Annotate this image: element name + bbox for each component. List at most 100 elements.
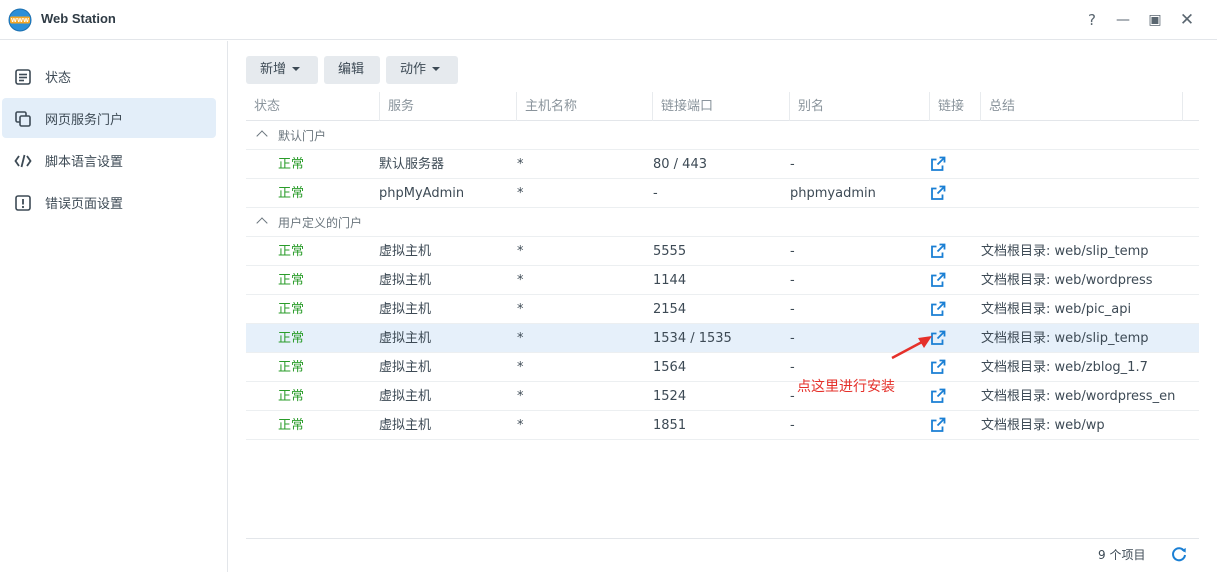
alias-cell: - bbox=[790, 157, 795, 172]
table-row[interactable]: 正常 phpMyAdmin * - phpmyadmin bbox=[246, 179, 1199, 208]
annotation-text: 点这里进行安装 bbox=[797, 379, 895, 395]
sidebar-item-label: 网页服务门户 bbox=[45, 113, 124, 128]
web-station-logo-icon: WWW bbox=[8, 8, 32, 32]
chevron-down-icon bbox=[432, 66, 441, 71]
external-link-icon[interactable] bbox=[930, 272, 946, 288]
sidebar: 状态 网页服务门户 脚本语言设置 错误页面设置 bbox=[0, 41, 228, 572]
chevron-up-icon[interactable] bbox=[256, 217, 268, 229]
port-cell: 1534 / 1535 bbox=[653, 331, 732, 346]
chevron-down-icon bbox=[292, 66, 301, 71]
service-cell: 虚拟主机 bbox=[379, 331, 432, 346]
summary-cell: 文档根目录: web/wp bbox=[981, 418, 1105, 433]
external-link-icon[interactable] bbox=[930, 185, 946, 201]
host-cell: * bbox=[517, 186, 524, 201]
alias-cell: - bbox=[790, 360, 795, 375]
status-cell: 正常 bbox=[278, 302, 305, 317]
host-cell: * bbox=[517, 331, 524, 346]
external-link-icon[interactable] bbox=[930, 156, 946, 172]
sidebar-item-script-language[interactable]: 脚本语言设置 bbox=[2, 140, 216, 180]
port-cell: 1524 bbox=[653, 389, 687, 404]
service-cell: 虚拟主机 bbox=[379, 418, 432, 433]
warning-icon bbox=[15, 195, 31, 211]
summary-cell: 文档根目录: web/slip_temp bbox=[981, 331, 1149, 346]
list-icon bbox=[15, 69, 31, 85]
group-row[interactable]: 用户定义的门户 bbox=[246, 208, 1199, 237]
column-header-host[interactable]: 主机名称 bbox=[517, 92, 653, 121]
port-cell: 80 / 443 bbox=[653, 157, 707, 172]
sidebar-item-error-page[interactable]: 错误页面设置 bbox=[2, 182, 216, 222]
column-header-status[interactable]: 状态 bbox=[246, 92, 380, 121]
column-header-service[interactable]: 服务 bbox=[380, 92, 517, 121]
edit-button-label: 编辑 bbox=[338, 62, 365, 77]
table-row[interactable]: 正常 虚拟主机 * 1851 - 文档根目录: web/wp bbox=[246, 411, 1199, 440]
table-header: 状态 服务 主机名称 链接端口 别名 链接 总结 bbox=[246, 92, 1199, 121]
status-cell: 正常 bbox=[278, 331, 305, 346]
summary-cell: 文档根目录: web/wordpress_en bbox=[981, 389, 1176, 404]
portal-table: 状态 服务 主机名称 链接端口 别名 链接 总结 默认门户正常 默认服务器 * 80 … bbox=[246, 92, 1199, 568]
alias-cell: - bbox=[790, 273, 795, 288]
status-cell: 正常 bbox=[278, 244, 305, 259]
column-header-port[interactable]: 链接端口 bbox=[653, 92, 790, 121]
status-cell: 正常 bbox=[278, 360, 305, 375]
host-cell: * bbox=[517, 302, 524, 317]
status-cell: 正常 bbox=[278, 157, 305, 172]
add-button-label: 新增 bbox=[260, 62, 287, 77]
sidebar-item-status[interactable]: 状态 bbox=[2, 56, 216, 96]
table-row[interactable]: 正常 默认服务器 * 80 / 443 - bbox=[246, 150, 1199, 179]
port-cell: 1144 bbox=[653, 273, 687, 288]
summary-cell: 文档根目录: web/slip_temp bbox=[981, 244, 1149, 259]
maximize-icon[interactable]: ▣ bbox=[1145, 10, 1165, 30]
external-link-icon[interactable] bbox=[930, 243, 946, 259]
sidebar-item-web-portal[interactable]: 网页服务门户 bbox=[2, 98, 216, 138]
table-row[interactable]: 正常 虚拟主机 * 1144 - 文档根目录: web/wordpress bbox=[246, 266, 1199, 295]
table-row[interactable]: 正常 虚拟主机 * 1564 - 文档根目录: web/zblog_1.7 bbox=[246, 353, 1199, 382]
host-cell: * bbox=[517, 157, 524, 172]
help-icon[interactable]: ? bbox=[1082, 10, 1102, 30]
port-cell: 1851 bbox=[653, 418, 687, 433]
table-row[interactable]: 正常 虚拟主机 * 2154 - 文档根目录: web/pic_api bbox=[246, 295, 1199, 324]
alias-cell: - bbox=[790, 418, 795, 433]
port-cell: 1564 bbox=[653, 360, 687, 375]
status-cell: 正常 bbox=[278, 186, 305, 201]
service-cell: phpMyAdmin bbox=[379, 186, 465, 201]
chevron-up-icon[interactable] bbox=[256, 130, 268, 142]
status-cell: 正常 bbox=[278, 389, 305, 404]
item-count: 9 个项目 bbox=[1098, 548, 1146, 562]
service-cell: 虚拟主机 bbox=[379, 302, 432, 317]
host-cell: * bbox=[517, 418, 524, 433]
port-cell: 2154 bbox=[653, 302, 687, 317]
code-icon bbox=[14, 154, 32, 168]
host-cell: * bbox=[517, 244, 524, 259]
external-link-icon[interactable] bbox=[930, 388, 946, 404]
alias-cell: - bbox=[790, 331, 795, 346]
group-row[interactable]: 默认门户 bbox=[246, 121, 1199, 150]
table-row[interactable]: 正常 虚拟主机 * 1524 - 文档根目录: web/wordpress_en bbox=[246, 382, 1199, 411]
column-header-summary[interactable]: 总结 bbox=[981, 92, 1183, 121]
minimize-icon[interactable]: — bbox=[1113, 10, 1133, 30]
alias-cell: phpmyadmin bbox=[790, 186, 876, 201]
alias-cell: - bbox=[790, 244, 795, 259]
external-link-icon[interactable] bbox=[930, 301, 946, 317]
close-icon[interactable]: ✕ bbox=[1177, 10, 1197, 30]
table-row[interactable]: 正常 虚拟主机 * 1534 / 1535 - 文档根目录: web/slip_temp bbox=[246, 324, 1199, 353]
alias-cell: - bbox=[790, 302, 795, 317]
service-cell: 虚拟主机 bbox=[379, 360, 432, 375]
column-header-link[interactable]: 链接 bbox=[930, 92, 981, 121]
sidebar-item-label: 错误页面设置 bbox=[45, 197, 124, 212]
external-link-icon[interactable] bbox=[930, 417, 946, 433]
edit-button[interactable]: 编辑 bbox=[324, 56, 380, 84]
sidebar-item-label: 脚本语言设置 bbox=[45, 155, 124, 170]
summary-cell: 文档根目录: web/pic_api bbox=[981, 302, 1132, 317]
service-cell: 默认服务器 bbox=[379, 157, 445, 172]
action-button-label: 动作 bbox=[400, 62, 427, 77]
service-cell: 虚拟主机 bbox=[379, 273, 432, 288]
table-footer: 9 个项目 bbox=[246, 538, 1199, 568]
add-button[interactable]: 新增 bbox=[246, 56, 318, 84]
service-cell: 虚拟主机 bbox=[379, 244, 432, 259]
portal-icon bbox=[15, 111, 31, 127]
host-cell: * bbox=[517, 389, 524, 404]
action-button[interactable]: 动作 bbox=[386, 56, 458, 84]
table-row[interactable]: 正常 虚拟主机 * 5555 - 文档根目录: web/slip_temp bbox=[246, 237, 1199, 266]
refresh-icon[interactable] bbox=[1170, 545, 1188, 563]
column-header-alias[interactable]: 别名 bbox=[790, 92, 930, 121]
